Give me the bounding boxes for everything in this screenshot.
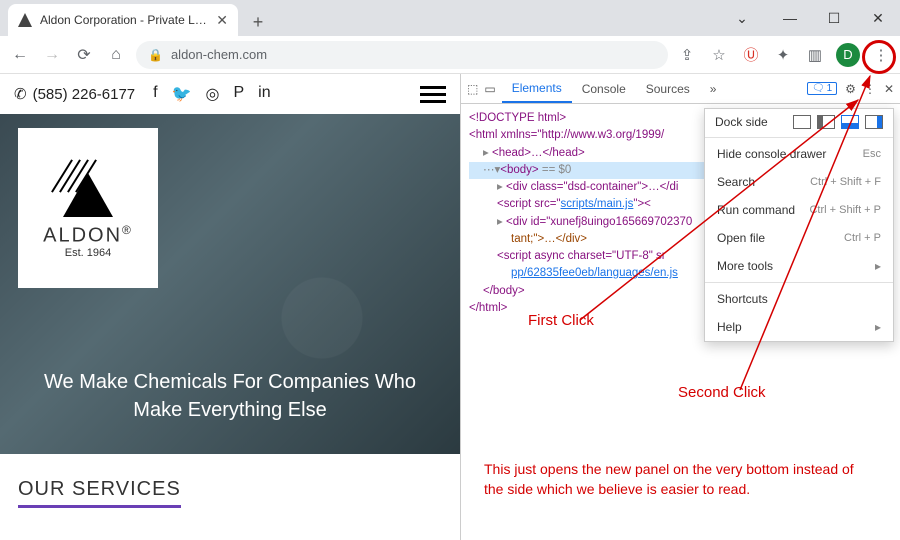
issues-badge[interactable]: 🗨1	[807, 82, 837, 95]
tab-title: Aldon Corporation - Private Labe	[40, 13, 208, 27]
dock-undock-button[interactable]	[793, 115, 811, 129]
window-titlebar: Aldon Corporation - Private Labe ✕ + ⌄ —…	[0, 0, 900, 36]
facebook-icon[interactable]: f	[153, 84, 157, 104]
pinterest-icon[interactable]: P	[234, 84, 245, 104]
device-toggle-icon[interactable]: ▭	[484, 82, 495, 96]
page-viewport: ✆ (585) 226-6177 f 🐦 ◎ P in ALDON® Est. …	[0, 74, 460, 540]
browser-menu-button[interactable]: ⋮	[870, 44, 892, 66]
hero-tagline: We Make Chemicals For Companies Who Make…	[0, 368, 460, 424]
inspect-icon[interactable]: ⬚	[467, 82, 478, 96]
tab-elements[interactable]: Elements	[502, 74, 572, 103]
settings-icon[interactable]: ⚙	[845, 82, 856, 96]
dock-side-label: Dock side	[715, 115, 768, 129]
brand-logo[interactable]: ALDON® Est. 1964	[18, 128, 158, 288]
hero-image: ALDON® Est. 1964 We Make Chemicals For C…	[0, 114, 460, 454]
address-bar: ← → ⟳ ⌂ 🔒 aldon-chem.com ⇪ ☆ Ⓤ ✦ ▥ D ⋮	[0, 36, 900, 74]
tab-close-icon[interactable]: ✕	[216, 12, 228, 29]
phone-link[interactable]: ✆ (585) 226-6177	[14, 85, 135, 103]
window-minimize-button[interactable]: —	[768, 10, 812, 26]
profile-avatar[interactable]: D	[836, 43, 860, 67]
tab-sources[interactable]: Sources	[636, 74, 700, 103]
extensions-icon[interactable]: ✦	[772, 44, 794, 66]
back-button[interactable]: ←	[8, 43, 32, 67]
services-heading: OUR SERVICES	[18, 478, 181, 508]
est-year: Est. 1964	[65, 247, 111, 259]
menu-search[interactable]: SearchCtrl + Shift + F	[705, 168, 893, 196]
devtools-close-button[interactable]: ✕	[884, 82, 894, 96]
phone-number: (585) 226-6177	[33, 86, 136, 103]
menu-shortcuts[interactable]: Shortcuts	[705, 285, 893, 313]
devtools-menu-button[interactable]: ⋮	[864, 82, 876, 96]
home-button[interactable]: ⌂	[104, 43, 128, 67]
new-tab-button[interactable]: +	[244, 8, 272, 36]
window-maximize-button[interactable]: ☐	[812, 10, 856, 27]
dock-left-button[interactable]	[817, 115, 835, 129]
bookmark-icon[interactable]: ☆	[708, 44, 730, 66]
hamburger-menu-button[interactable]	[420, 86, 446, 103]
lock-icon: 🔒	[148, 48, 163, 62]
favicon	[18, 13, 32, 27]
registered-mark: ®	[122, 223, 133, 237]
menu-open-file[interactable]: Open fileCtrl + P	[705, 224, 893, 252]
window-close-button[interactable]: ✕	[856, 10, 900, 27]
reload-button[interactable]: ⟳	[72, 43, 96, 67]
menu-more-tools[interactable]: More tools▸	[705, 252, 893, 280]
dock-right-button[interactable]	[865, 115, 883, 129]
browser-tab[interactable]: Aldon Corporation - Private Labe ✕	[8, 4, 238, 36]
sidepanel-icon[interactable]: ▥	[804, 44, 826, 66]
instagram-icon[interactable]: ◎	[206, 84, 220, 104]
annotation-note: This just opens the new panel on the ver…	[484, 460, 876, 499]
tab-more[interactable]: »	[700, 74, 727, 103]
brand-name: ALDON	[43, 224, 122, 246]
url-text: aldon-chem.com	[171, 47, 267, 62]
tabs-dropdown-icon[interactable]: ⌄	[720, 10, 764, 27]
shield-icon[interactable]: Ⓤ	[740, 44, 762, 66]
devtools-dropdown-menu: Dock side Hide console drawerEsc SearchC…	[704, 108, 894, 342]
menu-help[interactable]: Help▸	[705, 313, 893, 341]
share-icon[interactable]: ⇪	[676, 44, 698, 66]
menu-hide-drawer[interactable]: Hide console drawerEsc	[705, 140, 893, 168]
tab-console[interactable]: Console	[572, 74, 636, 103]
menu-run-command[interactable]: Run commandCtrl + Shift + P	[705, 196, 893, 224]
dock-side-row: Dock side	[705, 109, 893, 135]
forward-button[interactable]: →	[40, 43, 64, 67]
twitter-icon[interactable]: 🐦	[172, 84, 192, 104]
phone-icon: ✆	[14, 85, 27, 103]
linkedin-icon[interactable]: in	[258, 84, 270, 104]
url-input[interactable]: 🔒 aldon-chem.com	[136, 41, 668, 69]
dock-bottom-button[interactable]	[841, 115, 859, 129]
